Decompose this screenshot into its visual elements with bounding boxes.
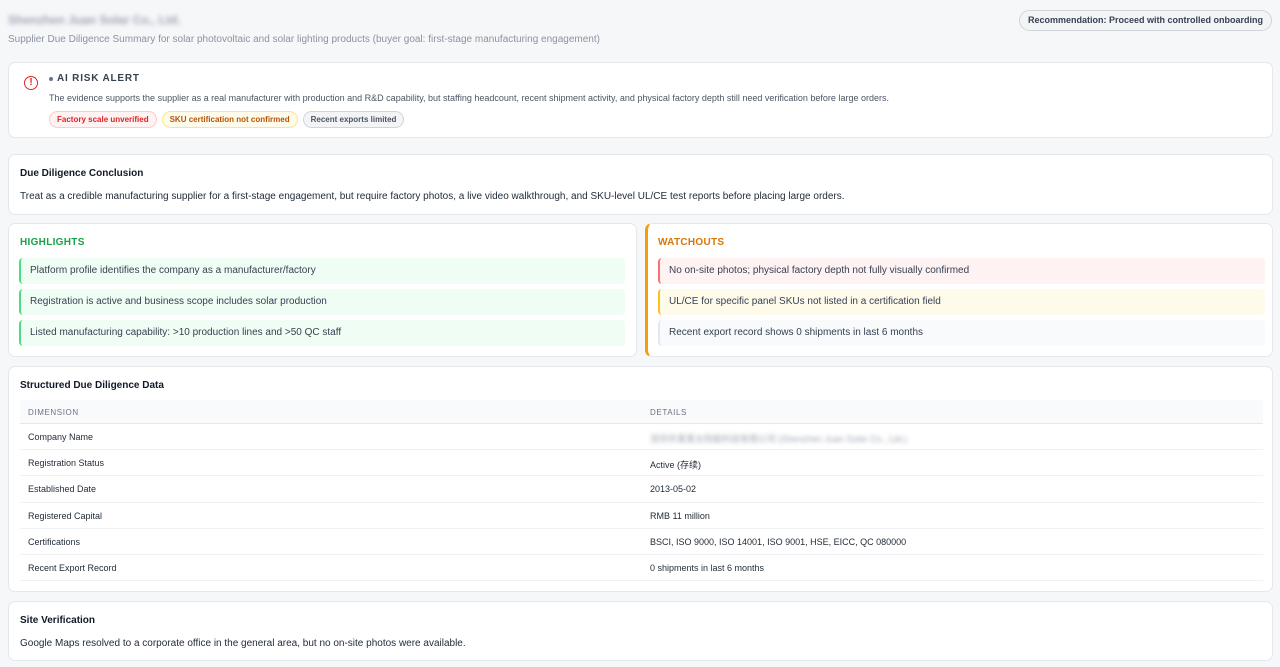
site-text: Google Maps resolved to a corporate offi… bbox=[20, 638, 466, 649]
alert-circle-icon: ! bbox=[24, 76, 38, 90]
row-dimension: Registered Capital bbox=[28, 510, 103, 521]
table-row: Registration Status Active (存续) bbox=[20, 450, 1263, 477]
table-row: Recent Export Record 0 shipments in last… bbox=[20, 555, 1263, 582]
table-row: Registered Capital RMB 11 million bbox=[20, 503, 1263, 529]
ai-risk-alert-card: ! AI RISK ALERT The evidence supports th… bbox=[8, 62, 1273, 138]
company-name: Shenzhen Juan Solar Co., Ltd. bbox=[8, 13, 181, 27]
recommendation-badge: Recommendation: Proceed with controlled … bbox=[1018, 10, 1272, 31]
tag-recent-exports: Recent exports limited bbox=[302, 111, 405, 128]
bullet-dot-icon bbox=[49, 77, 53, 81]
highlights-title: HIGHLIGHTS bbox=[20, 237, 85, 248]
table-row: Certifications BSCI, ISO 9000, ISO 14001… bbox=[20, 529, 1263, 555]
row-dimension: Registration Status bbox=[28, 458, 105, 469]
alert-title: AI RISK ALERT bbox=[57, 73, 140, 84]
table-header: DIMENSION DETAILS bbox=[20, 400, 1263, 424]
table-row: Company Name 深圳市某某太阳能科技有限公司 (Shenzhen Ju… bbox=[20, 424, 1263, 451]
structured-data-card: Structured Due Diligence Data DIMENSION … bbox=[8, 366, 1273, 592]
watchouts-title: WATCHOUTS bbox=[658, 237, 725, 248]
row-details: 深圳市某某太阳能科技有限公司 (Shenzhen Juan Solar Co.,… bbox=[650, 434, 908, 444]
column-header-dimension: DIMENSION bbox=[28, 408, 79, 417]
site-title: Site Verification bbox=[20, 615, 96, 626]
highlights-list: Platform profile identifies the company … bbox=[19, 258, 625, 346]
table-row: Established Date 2013-05-02 bbox=[20, 476, 1263, 503]
row-dimension: Established Date bbox=[28, 484, 97, 495]
row-dimension: Recent Export Record bbox=[28, 562, 117, 573]
row-dimension: Company Name bbox=[28, 432, 94, 442]
highlight-item: Listed manufacturing capability: >10 pro… bbox=[19, 320, 625, 346]
conclusion-text: Treat as a credible manufacturing suppli… bbox=[20, 191, 845, 202]
row-details: Active (存续) bbox=[650, 460, 702, 471]
watchout-item: Recent export record shows 0 shipments i… bbox=[658, 320, 1265, 346]
site-verification-card: Site Verification Google Maps resolved t… bbox=[8, 601, 1273, 661]
page-subtitle: Supplier Due Diligence Summary for solar… bbox=[8, 34, 600, 45]
row-details: 0 shipments in last 6 months bbox=[650, 562, 765, 573]
tag-factory-scale: Factory scale unverified bbox=[49, 111, 157, 128]
watchouts-list: No on-site photos; physical factory dept… bbox=[658, 258, 1265, 346]
tag-sku-certification: SKU certification not confirmed bbox=[161, 111, 298, 128]
highlight-item: Registration is active and business scop… bbox=[19, 289, 625, 315]
conclusion-title: Due Diligence Conclusion bbox=[20, 168, 144, 179]
column-header-details: DETAILS bbox=[650, 408, 687, 417]
row-details: 2013-05-02 bbox=[650, 484, 697, 495]
watchout-item: UL/CE for specific panel SKUs not listed… bbox=[658, 289, 1265, 315]
alert-description: The evidence supports the supplier as a … bbox=[49, 93, 889, 103]
row-details: RMB 11 million bbox=[650, 510, 710, 521]
highlights-card: HIGHLIGHTS Platform profile identifies t… bbox=[8, 223, 637, 357]
conclusion-card: Due Diligence Conclusion Treat as a cred… bbox=[8, 154, 1273, 215]
due-diligence-table: DIMENSION DETAILS Company Name 深圳市某某太阳能科… bbox=[20, 400, 1263, 582]
row-details: BSCI, ISO 9000, ISO 14001, ISO 9001, HSE… bbox=[650, 536, 907, 547]
table-title: Structured Due Diligence Data bbox=[20, 380, 164, 391]
alert-tags: Factory scale unverified SKU certificati… bbox=[49, 111, 405, 128]
watchout-item: No on-site photos; physical factory dept… bbox=[658, 258, 1265, 284]
highlight-item: Platform profile identifies the company … bbox=[19, 258, 625, 284]
page-header: Shenzhen Juan Solar Co., Ltd. Supplier D… bbox=[8, 10, 1272, 46]
watchouts-card: WATCHOUTS No on-site photos; physical fa… bbox=[645, 223, 1273, 357]
row-dimension: Certifications bbox=[28, 536, 81, 547]
